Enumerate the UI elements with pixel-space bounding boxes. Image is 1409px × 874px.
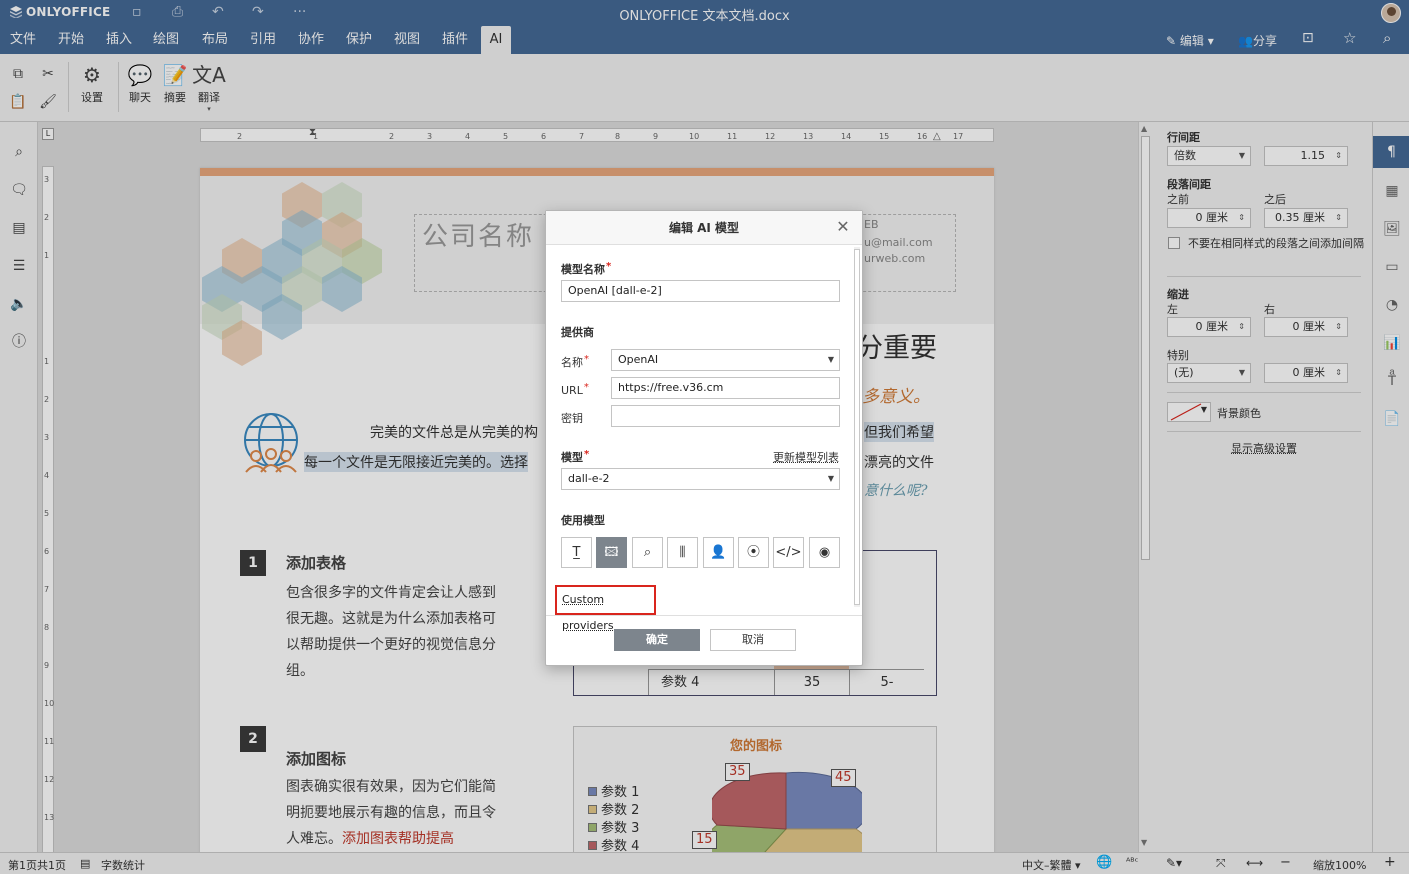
image-capability-icon[interactable]: 🖾 [596,537,627,568]
update-model-list-link[interactable]: 更新模型列表 [773,449,839,465]
key-label: 密钥 [561,412,583,425]
vision-capability-icon[interactable]: ◉ [809,537,840,568]
provider-name-select[interactable]: OpenAI ▼ [611,349,840,371]
provider-name-label: 名称* [561,354,589,369]
model-name-input[interactable]: OpenAI [dall-e-2] [561,280,840,302]
url-label: URL* [561,382,589,397]
person-capability-icon[interactable]: 👤 [703,537,734,568]
audio-capability-icon[interactable]: ⫼ [667,537,698,568]
key-input[interactable] [611,405,840,427]
ok-button[interactable]: 确定 [614,629,700,651]
custom-providers-link[interactable]: Custom providers [555,585,656,632]
cancel-button[interactable]: 取消 [710,629,796,651]
code-capability-icon[interactable]: </> [773,537,804,568]
use-model-label: 使用模型 [561,514,605,527]
dialog-scrollbar[interactable] [854,247,860,607]
text-capability-icon[interactable]: T̲ [561,537,592,568]
dialog-footer-divider [546,615,862,616]
close-icon[interactable]: ✕ [834,218,852,236]
edit-ai-model-dialog: 编辑 AI 模型 ✕ 模型名称* OpenAI [dall-e-2] 提供商 名… [545,210,863,666]
model-name-label: 模型名称* [561,261,612,276]
provider-section-label: 提供商 [561,326,594,339]
search-capability-icon[interactable]: ⌕ [632,537,663,568]
chevron-down-icon: ▼ [827,474,834,483]
model-select[interactable]: dall-e-2 ▼ [561,468,840,490]
dialog-scroll-thumb[interactable] [854,249,860,605]
broadcast-capability-icon[interactable]: ⦿ [738,537,769,568]
chevron-down-icon: ▼ [827,355,834,364]
url-input[interactable]: https://free.v36.cm [611,377,840,399]
dialog-title: 编辑 AI 模型 [546,211,862,245]
model-label: 模型* [561,449,590,464]
